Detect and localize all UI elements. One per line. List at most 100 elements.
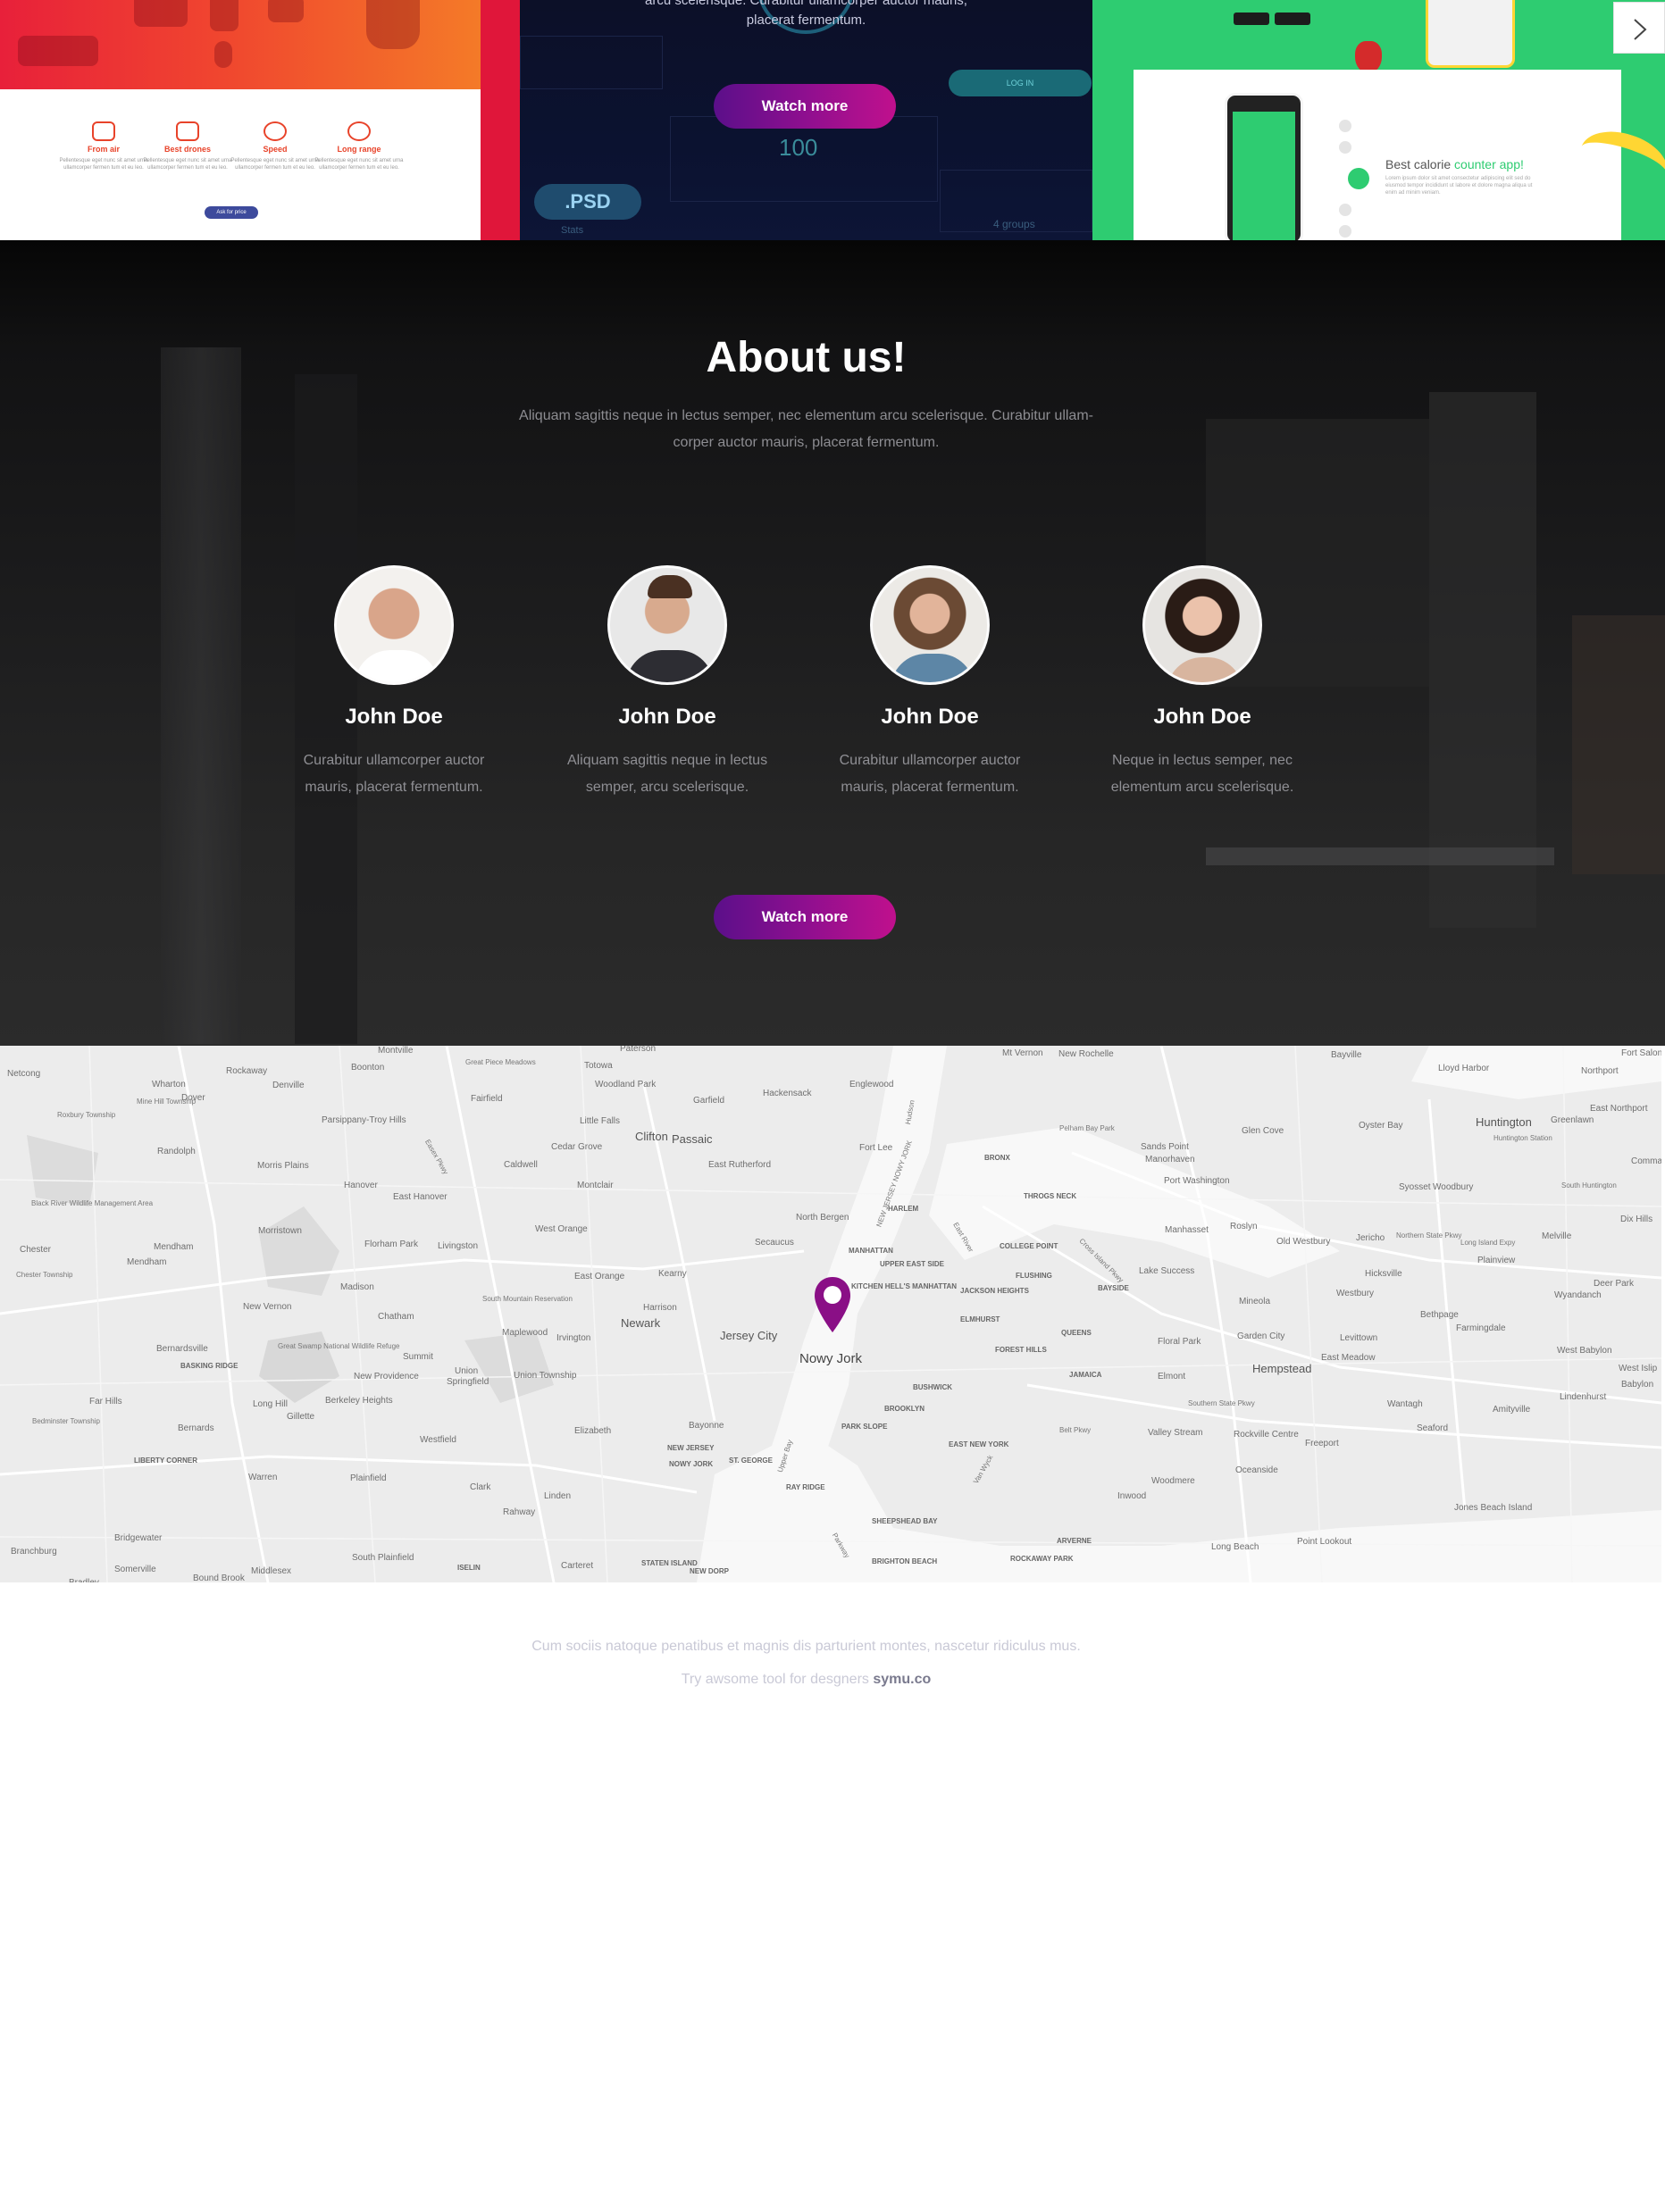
ask-price-button[interactable]: Ask for price bbox=[205, 206, 258, 219]
map-label: Florham Park bbox=[364, 1240, 419, 1249]
map-label: Wantagh bbox=[1387, 1399, 1423, 1409]
slider-dot[interactable] bbox=[1339, 120, 1351, 132]
map-label: Rockaway bbox=[226, 1066, 268, 1076]
map-label: Englewood bbox=[849, 1080, 894, 1089]
watch-more-button[interactable]: Watch more bbox=[714, 895, 896, 939]
mouse-image bbox=[214, 41, 232, 68]
check-icon bbox=[1348, 168, 1369, 189]
product-image bbox=[210, 0, 238, 31]
login-button[interactable]: LOG IN bbox=[949, 70, 1092, 96]
map-label: Branchburg bbox=[11, 1547, 57, 1557]
map-label: LIBERTY CORNER bbox=[134, 1457, 197, 1465]
map-label: Farmingdale bbox=[1456, 1323, 1506, 1333]
map-label: Lake Success bbox=[1139, 1266, 1195, 1276]
about-subtitle-line: Aliquam sagittis neque in lectus semper,… bbox=[519, 408, 1093, 423]
map-label: Dover bbox=[181, 1093, 205, 1103]
feature-item: Long range Pellentesque eget nunc sit am… bbox=[314, 121, 404, 171]
map-label: Westbury bbox=[1336, 1289, 1375, 1298]
slider-dot[interactable] bbox=[1339, 225, 1351, 238]
map-label: PARK SLOPE bbox=[841, 1423, 888, 1431]
stats-label: Stats bbox=[561, 225, 584, 236]
calendar-panel bbox=[520, 36, 663, 89]
map-label: BASKING RIDGE bbox=[180, 1362, 238, 1370]
map-label: Hanover bbox=[344, 1181, 378, 1190]
range-icon bbox=[347, 121, 371, 141]
map-label: Summit bbox=[403, 1352, 433, 1362]
team-member: John Doe Curabitur ullamcorper auctor ma… bbox=[278, 565, 510, 801]
feature-desc: Pellentesque eget nunc sit amet urna ull… bbox=[143, 158, 232, 171]
avatar bbox=[607, 565, 727, 685]
portfolio-item-calorie-app[interactable]: Best calorie counter app! Lorem ipsum do… bbox=[1092, 0, 1665, 240]
map-label: THROGS NECK bbox=[1024, 1192, 1077, 1200]
map-label: Rahway bbox=[503, 1507, 536, 1517]
map-label: South Huntington bbox=[1561, 1181, 1617, 1189]
map-label: ELMHURST bbox=[960, 1315, 1000, 1323]
map-label: Northport bbox=[1581, 1066, 1619, 1076]
map-label: Bernardsville bbox=[156, 1344, 208, 1354]
map-label: Huntington Station bbox=[1493, 1134, 1552, 1142]
map-label: Berkeley Heights bbox=[325, 1396, 393, 1406]
map-label: Seaford bbox=[1417, 1423, 1449, 1433]
map-label: Clark bbox=[470, 1482, 491, 1492]
map-label: Middlesex bbox=[251, 1566, 292, 1576]
map-label: Northern State Pkwy bbox=[1396, 1231, 1462, 1240]
map-label: Levittown bbox=[1340, 1333, 1378, 1343]
google-play-badge bbox=[1275, 13, 1310, 25]
map-label: COLLEGE POINT bbox=[1000, 1242, 1058, 1250]
member-name: John Doe bbox=[1153, 705, 1251, 729]
chevron-right-icon bbox=[1634, 19, 1647, 40]
map-label: Randolph bbox=[157, 1147, 196, 1156]
map-label: Elizabeth bbox=[574, 1426, 612, 1436]
map-label: Manhasset bbox=[1165, 1225, 1209, 1235]
map-label: Huntington bbox=[1476, 1115, 1532, 1129]
map-label: Clifton bbox=[635, 1130, 668, 1143]
map-label: Hackensack bbox=[763, 1089, 812, 1098]
map-label: NEW JERSEY bbox=[667, 1444, 715, 1452]
watch-more-button[interactable]: Watch more bbox=[714, 84, 896, 129]
feature-item: Speed Pellentesque eget nunc sit amet ur… bbox=[230, 121, 320, 171]
map-label: Port Washington bbox=[1164, 1176, 1230, 1186]
map-label: EAST NEW YORK bbox=[949, 1440, 1009, 1448]
map-label: STATEN ISLAND bbox=[641, 1559, 698, 1567]
map-label: Sands Point bbox=[1141, 1142, 1189, 1152]
team-member: John Doe Neque in lectus semper, nec ele… bbox=[1086, 565, 1318, 801]
portfolio-strip: From air Pellentesque eget nunc sit amet… bbox=[0, 0, 1665, 240]
slider-dot[interactable] bbox=[1339, 204, 1351, 216]
slider-dot[interactable] bbox=[1339, 141, 1351, 154]
map-label: Valley Stream bbox=[1148, 1428, 1203, 1438]
footer-credit: Try awsome tool for desgners symu.co bbox=[0, 1672, 1612, 1688]
map-label: Lindenhurst bbox=[1560, 1392, 1607, 1402]
map-label: Chester Township bbox=[16, 1271, 73, 1279]
map-label: ROCKAWAY PARK bbox=[1010, 1555, 1074, 1563]
map-marker-icon[interactable] bbox=[812, 1275, 853, 1334]
map-label: FOREST HILLS bbox=[995, 1346, 1047, 1354]
map-label: Garden City bbox=[1237, 1331, 1285, 1341]
map-label: BROOKLYN bbox=[884, 1405, 925, 1413]
map-label: Bound Brook bbox=[193, 1573, 245, 1582]
map-label: Dix Hills bbox=[1620, 1215, 1653, 1224]
phone-image bbox=[1426, 0, 1515, 68]
feature-title: Long range bbox=[337, 145, 381, 154]
map-label: Inwood bbox=[1117, 1491, 1147, 1501]
map-label: New Rochelle bbox=[1058, 1049, 1114, 1059]
symu-link[interactable]: symu.co bbox=[873, 1672, 931, 1687]
footer-text: Cum sociis natoque penatibus et magnis d… bbox=[531, 1639, 1081, 1654]
next-slide-button[interactable] bbox=[1613, 2, 1665, 54]
portfolio-item-dashboard[interactable]: arcu scelerisque. Curabitur ullamcorper … bbox=[520, 0, 1092, 240]
footer-credit-text: Try awsome tool for desgners bbox=[681, 1672, 874, 1687]
map-label: Manorhaven bbox=[1145, 1155, 1195, 1164]
map-label: Boonton bbox=[351, 1063, 385, 1073]
map-label: Oceanside bbox=[1235, 1465, 1278, 1475]
map-label: HARLEM bbox=[888, 1205, 919, 1213]
map-label: Little Falls bbox=[580, 1116, 621, 1126]
feature-title: From air bbox=[87, 145, 120, 154]
map-label: ARVERNE bbox=[1057, 1537, 1092, 1545]
map-label: Long Island Expy bbox=[1460, 1239, 1516, 1247]
background-pillar bbox=[161, 347, 241, 1044]
map-label: NOWY JORK bbox=[669, 1460, 714, 1468]
map-label: Fort Lee bbox=[859, 1143, 893, 1153]
portfolio-item-drones[interactable]: From air Pellentesque eget nunc sit amet… bbox=[0, 0, 481, 240]
map-label: Hicksville bbox=[1365, 1269, 1402, 1279]
feature-item: From air Pellentesque eget nunc sit amet… bbox=[59, 121, 148, 171]
groups-label: 4 groups bbox=[993, 218, 1035, 230]
